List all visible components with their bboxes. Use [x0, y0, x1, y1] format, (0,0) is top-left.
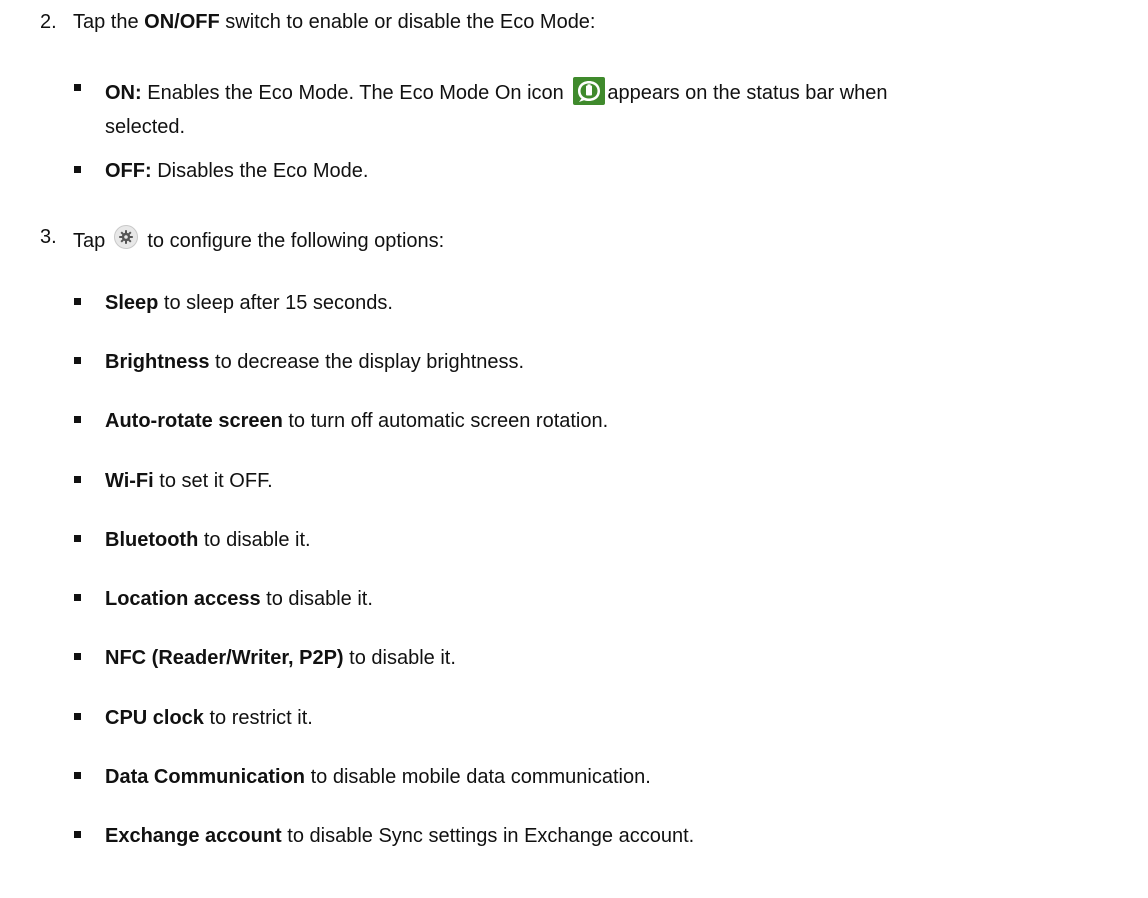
- step-2-bullet-off: OFF: Disables the Eco Mode.: [105, 159, 368, 183]
- bullet-text: to disable it.: [343, 647, 456, 669]
- step-3-bullet-location: Location access to disable it.: [105, 587, 373, 611]
- bullet-on-text-after-icon: appears on the status bar when: [607, 82, 888, 104]
- bullet-text: to disable it.: [198, 529, 311, 551]
- bullet-marker: [74, 653, 81, 660]
- step-3-bullet-auto-rotate: Auto-rotate screen to turn off automatic…: [105, 409, 608, 433]
- step-2-number: 2.: [40, 11, 57, 33]
- bullet-bold: Bluetooth: [105, 529, 199, 551]
- step-3-prefix: Tap: [73, 230, 106, 252]
- bullet-bold: NFC (Reader/Writer, P2P): [105, 647, 344, 669]
- step-3-bullet-wifi: Wi-Fi to set it OFF.: [105, 469, 273, 493]
- step-3-bullet-brightness: Brightness to decrease the display brigh…: [105, 350, 524, 374]
- step-2-bullet-on: ON: Enables the Eco Mode. The Eco Mode O…: [105, 77, 888, 105]
- bullet-on-bold: ON:: [105, 82, 142, 104]
- bullet-marker: [74, 713, 81, 720]
- step-2-prefix: Tap the: [73, 11, 145, 33]
- bullet-marker: [74, 416, 81, 423]
- bullet-bold: Location access: [105, 588, 261, 610]
- bullet-text: to turn off automatic screen rotation.: [282, 410, 609, 432]
- step-3-bullet-nfc: NFC (Reader/Writer, P2P) to disable it.: [105, 646, 456, 670]
- bullet-off-text: Disables the Eco Mode.: [151, 160, 369, 182]
- bullet-text: to disable Sync settings in Exchange acc…: [281, 825, 695, 847]
- bullet-off-bold: OFF:: [105, 160, 152, 182]
- step-3-bullet-cpu-clock: CPU clock to restrict it.: [105, 706, 313, 730]
- bullet-marker: [74, 594, 81, 601]
- step-3-bullet-data-communication: Data Communication to disable mobile dat…: [105, 765, 651, 789]
- bullet-text: to disable it.: [260, 588, 373, 610]
- step-3-bullet-bluetooth: Bluetooth to disable it.: [105, 528, 311, 552]
- step-2-text: Tap the ON/OFF switch to enable or disab…: [73, 10, 596, 34]
- bullet-bold: Exchange account: [105, 825, 282, 847]
- bullet-bold: Auto-rotate screen: [105, 410, 283, 432]
- step-3-bullet-sleep: Sleep to sleep after 15 seconds.: [105, 291, 393, 315]
- bullet-bold: Data Communication: [105, 766, 306, 788]
- bullet-bold: Brightness: [105, 351, 210, 373]
- eco-mode-on-icon: [573, 77, 606, 105]
- bullet-marker: [74, 535, 81, 542]
- bullet-marker: [74, 298, 81, 305]
- bullet-text: to sleep after 15 seconds.: [158, 292, 393, 314]
- step-2-bullet-on-continuation: selected.: [105, 116, 186, 138]
- bullet-marker: [74, 772, 81, 779]
- step-3-text: Tap to configure the following options:: [73, 225, 444, 253]
- bullet-marker: [74, 357, 81, 364]
- bullet-text: to set it OFF.: [153, 470, 273, 492]
- bullet-bold: Wi-Fi: [105, 470, 154, 492]
- step-3-suffix: to configure the following options:: [147, 230, 445, 252]
- bullet-bold: Sleep: [105, 292, 159, 314]
- step-2-bold: ON/OFF: [144, 11, 220, 33]
- step-3-number: 3.: [40, 226, 57, 248]
- bullet-text: to restrict it.: [203, 707, 313, 729]
- bullet-text: to disable mobile data communication.: [305, 766, 651, 788]
- bullet-bold: CPU clock: [105, 707, 204, 729]
- bullet-on-text: Enables the Eco Mode. The Eco Mode On ic…: [141, 82, 564, 104]
- bullet-marker: [74, 166, 81, 173]
- gear-icon: [113, 225, 138, 249]
- bullet-marker: [74, 831, 81, 838]
- bullet-marker: [74, 476, 81, 483]
- step-2-suffix: switch to enable or disable the Eco Mode…: [219, 11, 596, 33]
- bullet-text: to decrease the display brightness.: [209, 351, 525, 373]
- bullet-marker: [74, 84, 81, 91]
- step-3-bullet-exchange: Exchange account to disable Sync setting…: [105, 824, 694, 848]
